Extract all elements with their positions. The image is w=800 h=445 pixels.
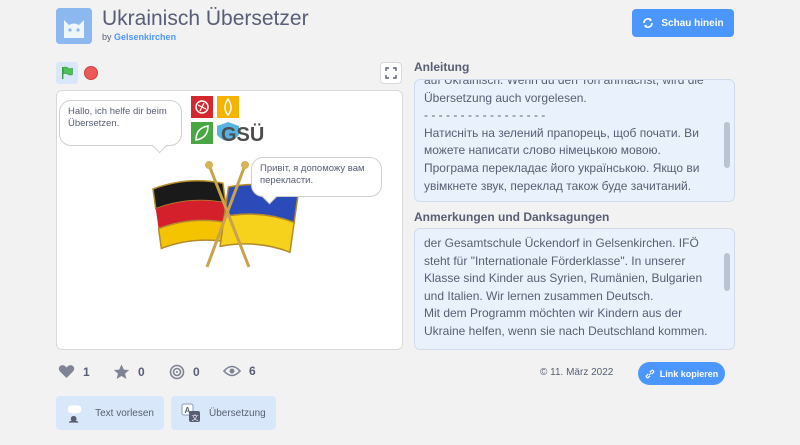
green-flag-button[interactable] — [56, 62, 78, 84]
heart-icon — [58, 365, 75, 378]
eye-icon — [223, 365, 241, 377]
see-inside-label: Schau hinein — [661, 17, 724, 29]
text-to-speech-icon — [67, 405, 82, 423]
extension-text-to-speech[interactable]: Text vorlesen — [56, 396, 164, 430]
see-inside-icon — [643, 18, 654, 28]
share-date-text: 11. März 2022 — [550, 367, 614, 378]
star-icon — [113, 364, 130, 379]
notes-textbox[interactable]: der Gesamtschule Ückendorf in Gelsenkirc… — [414, 228, 735, 350]
love-stat[interactable]: 1 — [58, 364, 90, 379]
views-count: 6 — [249, 364, 256, 378]
instructions-scrollbar[interactable] — [724, 122, 730, 168]
author-link[interactable]: Gelsenkirchen — [114, 32, 176, 42]
instructions-heading: Anleitung — [414, 60, 470, 74]
remix-icon — [169, 364, 185, 380]
copyright-icon: © — [540, 367, 548, 378]
views-stat: 6 — [223, 364, 256, 378]
translate-icon: A 文 — [181, 403, 200, 422]
link-icon — [645, 369, 655, 378]
copy-link-label: Link kopieren — [659, 368, 719, 379]
notes-text: der Gesamtschule Ückendorf in Gelsenkirc… — [424, 236, 708, 350]
speech-bubble-ukrainian: Привіт, я допоможу вам перекласти. — [251, 157, 382, 197]
speech-bubble-german: Hallo, ich helfe dir beim Übersetzen. — [59, 100, 182, 146]
see-inside-button[interactable]: Schau hinein — [632, 9, 734, 37]
project-byline: by Gelsenkirchen — [102, 32, 176, 42]
svg-text:GSÜ: GSÜ — [221, 123, 264, 146]
remix-stat: 0 — [169, 364, 200, 380]
instructions-text: auf Ukrainisch. Wenn du den Ton anmachst… — [424, 79, 704, 193]
share-date: © 11. März 2022 — [540, 367, 613, 378]
copy-link-button[interactable]: Link kopieren — [638, 362, 725, 385]
project-title: Ukrainisch Übersetzer — [102, 7, 309, 30]
love-count: 1 — [83, 364, 90, 379]
school-logo: GSÜ — [191, 95, 273, 147]
byline-prefix: by — [102, 32, 112, 42]
fullscreen-button[interactable] — [380, 62, 402, 84]
notes-scrollbar[interactable] — [724, 253, 730, 291]
favorite-stat[interactable]: 0 — [113, 364, 145, 380]
stop-button[interactable] — [84, 66, 98, 80]
instructions-textbox[interactable]: auf Ukrainisch. Wenn du den Ton anmachst… — [414, 79, 735, 202]
text-to-speech-label: Text vorlesen — [95, 407, 154, 419]
remix-count: 0 — [193, 365, 200, 379]
cat-avatar-icon — [56, 8, 92, 44]
fullscreen-icon — [385, 67, 397, 79]
project-thumbnail-avatar[interactable] — [56, 8, 92, 44]
favorite-count: 0 — [138, 365, 145, 379]
translate-label: Übersetzung — [209, 407, 266, 419]
project-stage[interactable]: Hallo, ich helfe dir beim Übersetzen. GS… — [56, 90, 403, 350]
notes-heading: Anmerkungen und Danksagungen — [414, 210, 610, 224]
extension-translate[interactable]: A 文 Übersetzung — [171, 396, 276, 430]
svg-text:文: 文 — [192, 413, 199, 422]
green-flag-icon — [62, 66, 73, 79]
